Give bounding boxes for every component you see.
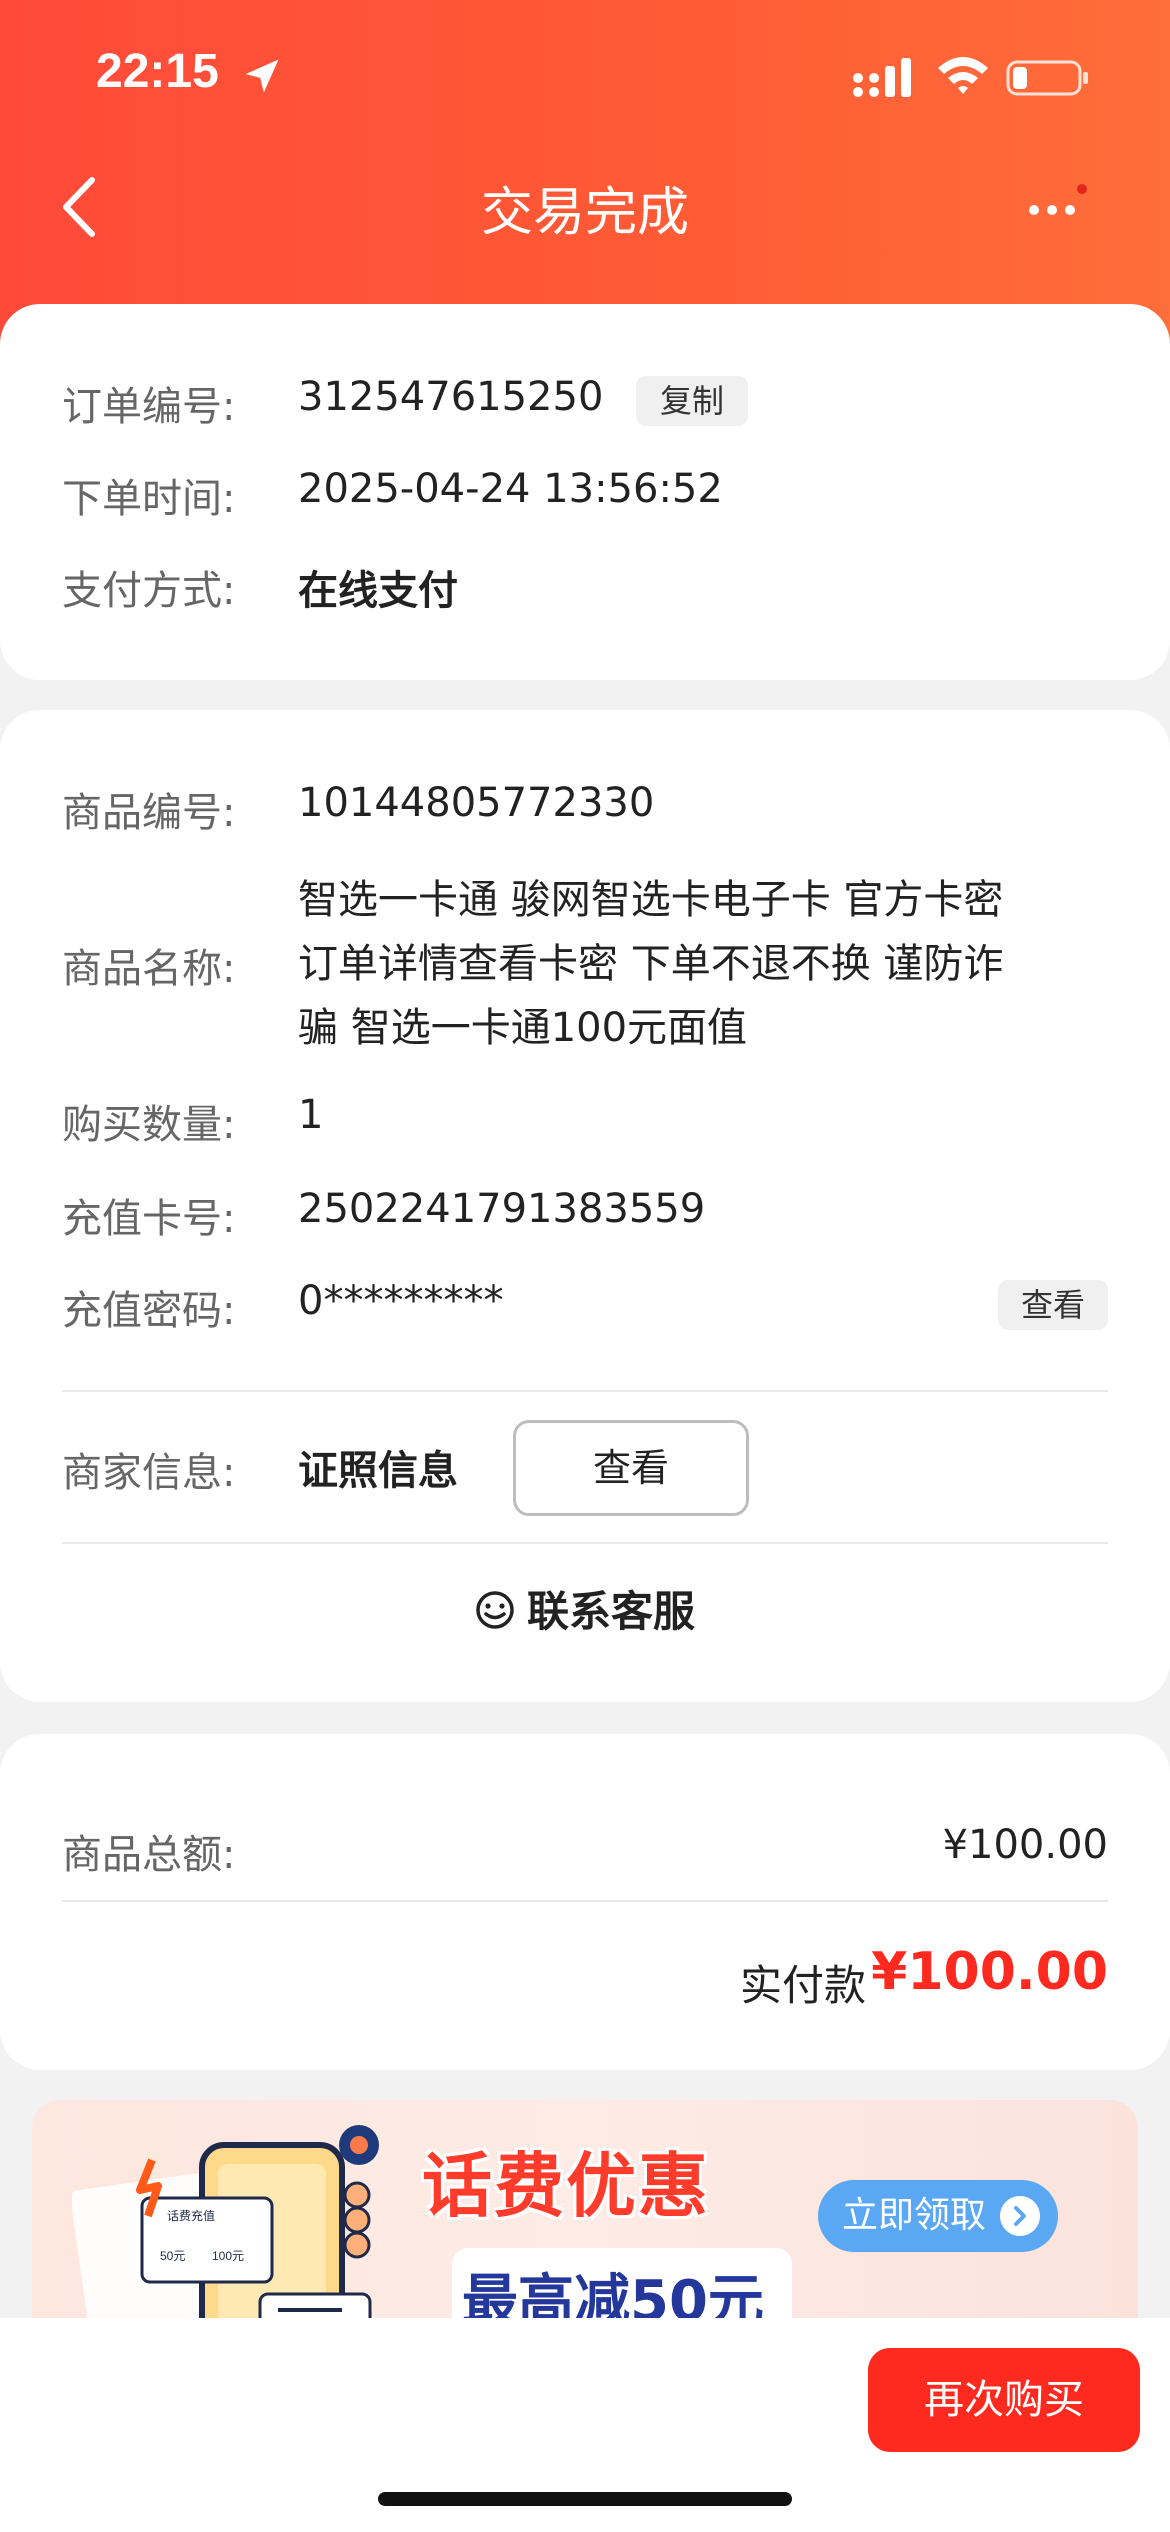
order-number-value: 312547615250	[298, 374, 604, 420]
total-amount-label: 商品总额:	[62, 1832, 236, 1878]
card-password-label: 充值密码:	[62, 1288, 236, 1334]
card-number-value: 2502241791383559	[298, 1186, 706, 1232]
price-summary-card: 商品总额: ¥100.00 实付款 ¥100.00	[0, 1734, 1170, 2070]
banner-title: 话费优惠	[422, 2145, 710, 2227]
customer-service-icon	[476, 1591, 514, 1629]
card-number-row: 充值卡号: 2502241791383559	[62, 1186, 1108, 1242]
contact-service-label: 联系客服	[526, 1587, 695, 1636]
wifi-icon	[938, 57, 988, 94]
status-time: 22:15	[96, 45, 219, 98]
battery-icon	[1006, 60, 1088, 96]
payment-method-value: 在线支付	[298, 568, 458, 614]
order-info-card: 订单编号: 312547615250 复制 下单时间: 2025-04-24 1…	[0, 304, 1170, 680]
view-license-button[interactable]: 查看	[513, 1420, 749, 1516]
cellular-signal-icon	[853, 58, 911, 97]
card-number-label: 充值卡号:	[62, 1196, 236, 1242]
rebuy-button[interactable]: 再次购买	[868, 2348, 1140, 2452]
order-time-label: 下单时间:	[62, 476, 236, 522]
svg-text:50元: 50元	[160, 2249, 185, 2263]
quantity-value: 1	[298, 1092, 324, 1138]
divider	[62, 1390, 1108, 1392]
claim-now-button[interactable]: 立即领取	[818, 2180, 1058, 2252]
total-amount-row: 商品总额: ¥100.00	[62, 1822, 1108, 1878]
payment-method-row: 支付方式: 在线支付	[62, 558, 1108, 614]
product-name-line: 智选一卡通 骏网智选卡电子卡 官方卡密	[298, 877, 1004, 923]
product-id-label: 商品编号:	[62, 790, 236, 836]
view-password-button[interactable]: 查看	[998, 1280, 1108, 1330]
product-name-value: 智选一卡通 骏网智选卡电子卡 官方卡密 订单详情查看卡密 下单不退不换 谨防诈 …	[298, 868, 1138, 1060]
home-indicator	[378, 2492, 792, 2506]
product-name-row: 商品名称: 智选一卡通 骏网智选卡电子卡 官方卡密 订单详情查看卡密 下单不退不…	[62, 868, 1108, 1068]
more-menu-icon[interactable]	[1026, 180, 1090, 240]
location-arrow-icon	[245, 59, 279, 93]
arrow-right-icon	[1000, 2196, 1040, 2236]
order-time-value: 2025-04-24 13:56:52	[298, 466, 723, 512]
claim-now-label: 立即领取	[842, 2195, 987, 2236]
paid-amount-value: ¥100.00	[871, 1942, 1108, 2002]
merchant-info-row: 商家信息: 证照信息 查看	[62, 1420, 1108, 1520]
quantity-label: 购买数量:	[62, 1102, 236, 1148]
product-name-line: 订单详情查看卡密 下单不退不换 谨防诈	[298, 941, 1004, 987]
divider	[62, 1542, 1108, 1544]
product-id-value: 10144805772330	[298, 780, 655, 826]
license-info-label: 证照信息	[298, 1448, 458, 1494]
card-password-value: 0*********	[298, 1278, 504, 1324]
order-time-row: 下单时间: 2025-04-24 13:56:52	[62, 466, 1108, 522]
product-name-label: 商品名称:	[62, 946, 236, 992]
merchant-info-label: 商家信息:	[62, 1450, 236, 1496]
payment-method-label: 支付方式:	[62, 568, 236, 614]
divider	[62, 1900, 1108, 1902]
card-password-row: 充值密码: 0********* 查看	[62, 1278, 1108, 1334]
order-number-label: 订单编号:	[62, 384, 236, 430]
svg-text:话费充值: 话费充值	[167, 2208, 215, 2223]
paid-amount-row: 实付款 ¥100.00	[62, 1942, 1108, 2012]
page-title: 交易完成	[480, 183, 689, 243]
total-amount-value: ¥100.00	[942, 1822, 1108, 1868]
product-name-line: 骗 智选一卡通100元面值	[298, 1005, 748, 1051]
contact-service-button[interactable]: 联系客服	[0, 1578, 1170, 1639]
svg-text:100元: 100元	[212, 2249, 244, 2263]
product-id-row: 商品编号: 10144805772330	[62, 780, 1108, 836]
order-number-row: 订单编号: 312547615250 复制	[62, 374, 1108, 430]
quantity-row: 购买数量: 1	[62, 1092, 1108, 1148]
paid-amount-label: 实付款	[739, 1961, 866, 2010]
copy-button[interactable]: 复制	[636, 376, 748, 426]
bottom-action-bar: 再次购买	[0, 2318, 1170, 2532]
